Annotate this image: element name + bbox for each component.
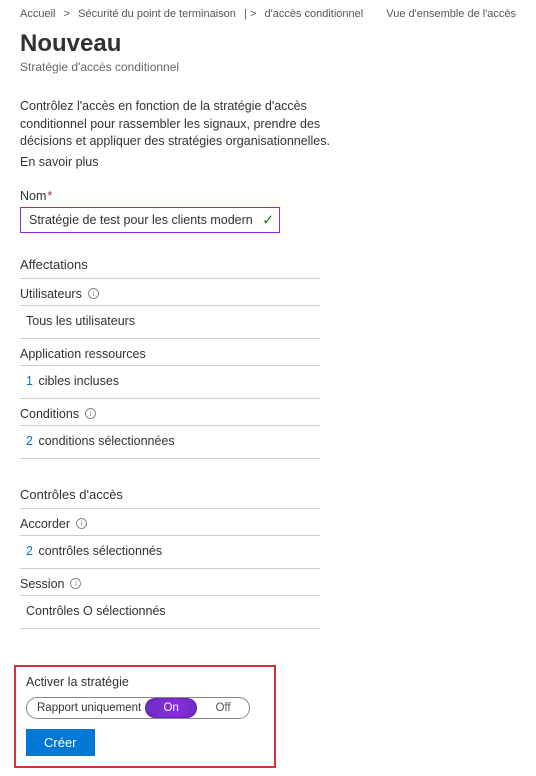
grant-value[interactable]: 2 contrôles sélectionnés xyxy=(20,536,320,569)
breadcrumb-endpoint[interactable]: Sécurité du point de terminaison xyxy=(78,8,236,20)
assignments-heading: Affectations xyxy=(20,251,320,279)
create-button[interactable]: Créer xyxy=(26,729,95,756)
required-asterisk: * xyxy=(47,189,52,203)
users-subhead[interactable]: Utilisateurs i xyxy=(20,279,320,306)
breadcrumb: Accueil > Sécurité du point de terminais… xyxy=(20,8,516,20)
info-icon[interactable]: i xyxy=(85,408,96,419)
footer-highlight: Activer la stratégie Rapport uniquement … xyxy=(14,665,276,768)
toggle-off[interactable]: Off xyxy=(197,698,249,718)
breadcrumb-home[interactable]: Accueil xyxy=(20,8,55,20)
session-subhead[interactable]: Session i xyxy=(20,569,320,596)
session-value[interactable]: Contrôles O sélectionnés xyxy=(20,596,320,629)
access-controls-heading: Contrôles d'accès xyxy=(20,481,320,509)
check-icon: ✓ xyxy=(262,211,274,228)
name-input[interactable] xyxy=(20,207,280,233)
breadcrumb-overview[interactable]: Vue d'ensemble de l'accès conditionnel |… xyxy=(386,8,516,20)
info-icon[interactable]: i xyxy=(76,518,87,529)
toggle-on[interactable]: On xyxy=(145,698,197,718)
page-title: Nouveau xyxy=(20,30,516,58)
breadcrumb-cond[interactable]: d'accès conditionnel xyxy=(264,8,363,20)
name-label: Nom* xyxy=(20,189,516,203)
apps-subhead[interactable]: Application ressources xyxy=(20,339,320,366)
apps-value[interactable]: 1 cibles incluses xyxy=(20,366,320,399)
info-icon[interactable]: i xyxy=(70,578,81,589)
conditions-subhead[interactable]: Conditions i xyxy=(20,399,320,426)
page-subtitle: Stratégie d'accès conditionnel xyxy=(20,60,516,74)
conditions-value[interactable]: 2 conditions sélectionnées xyxy=(20,426,320,459)
enable-policy-label: Activer la stratégie xyxy=(26,675,264,689)
info-icon[interactable]: i xyxy=(88,288,99,299)
learn-more-link[interactable]: En savoir plus xyxy=(20,155,516,169)
users-value[interactable]: Tous les utilisateurs xyxy=(20,306,320,339)
grant-subhead[interactable]: Accorder i xyxy=(20,509,320,536)
description-text: Contrôlez l'accès en fonction de la stra… xyxy=(20,98,340,151)
enable-policy-toggle[interactable]: Rapport uniquement On Off xyxy=(26,697,250,719)
toggle-report-only[interactable]: Rapport uniquement xyxy=(27,698,145,718)
